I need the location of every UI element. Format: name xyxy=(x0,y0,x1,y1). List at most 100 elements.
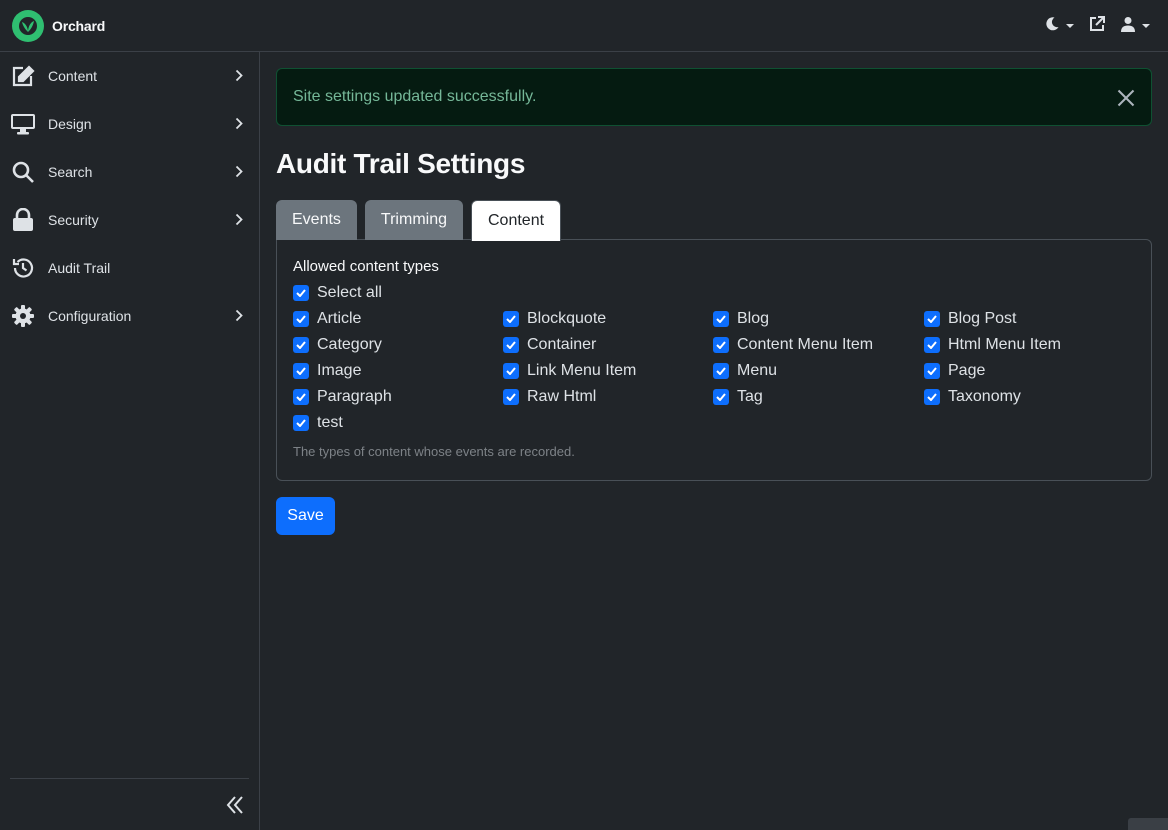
edit-icon xyxy=(10,64,36,88)
moon-icon xyxy=(1044,16,1060,37)
content-type-label: Menu xyxy=(737,362,778,379)
close-alert-button[interactable] xyxy=(1117,89,1135,112)
content-type-label: Tag xyxy=(737,388,763,405)
content-type-row: Content Menu Item xyxy=(713,332,924,358)
content-type-checkbox[interactable] xyxy=(293,389,309,405)
content-type-label: test xyxy=(317,414,343,431)
sidebar-item-label: Content xyxy=(48,68,98,84)
content-type-row: Taxonomy xyxy=(924,384,1124,410)
select-all-label: Select all xyxy=(317,284,382,301)
content-types-grid: Article Blockquote Blog Blog Post Category Co… xyxy=(293,306,1135,436)
sidebar: Content Design Search Security Audit Tra… xyxy=(0,52,260,830)
top-navbar: Orchard xyxy=(0,0,1168,52)
content-type-checkbox[interactable] xyxy=(924,337,940,353)
brand-name: Orchard xyxy=(52,17,106,34)
chevron-right-icon xyxy=(235,213,243,231)
content-tab-panel: Allowed content types Select all Article… xyxy=(276,239,1152,481)
content-type-row: Tag xyxy=(713,384,924,410)
allowed-content-types-label: Allowed content types xyxy=(293,258,439,275)
sidebar-item-configuration[interactable]: Configuration xyxy=(0,292,259,340)
content-type-checkbox[interactable] xyxy=(713,363,729,379)
sidebar-item-design[interactable]: Design xyxy=(0,100,259,148)
content-type-checkbox[interactable] xyxy=(293,415,309,431)
save-button[interactable]: Save xyxy=(276,497,335,535)
content-type-checkbox[interactable] xyxy=(713,337,729,353)
content-type-row: Article xyxy=(293,306,503,332)
sidebar-footer xyxy=(10,778,249,830)
external-link-icon xyxy=(1088,15,1106,38)
content-type-label: Page xyxy=(948,362,986,379)
user-menu-button[interactable] xyxy=(1120,16,1150,37)
chevron-down-icon xyxy=(1066,24,1074,28)
select-all-checkbox[interactable] xyxy=(293,285,309,301)
chevron-right-icon xyxy=(235,117,243,135)
content-type-label: Taxonomy xyxy=(948,388,1021,405)
content-type-checkbox[interactable] xyxy=(924,389,940,405)
content-type-label: Link Menu Item xyxy=(527,362,637,379)
chevron-right-icon xyxy=(235,69,243,87)
close-icon xyxy=(1117,89,1135,111)
content-type-row: Blog xyxy=(713,306,924,332)
chevron-right-icon xyxy=(235,165,243,183)
sidebar-item-security[interactable]: Security xyxy=(0,196,259,244)
content-type-label: Article xyxy=(317,310,362,327)
content-type-checkbox[interactable] xyxy=(293,311,309,327)
sidebar-item-label: Security xyxy=(48,212,99,228)
collapse-sidebar-button[interactable] xyxy=(225,795,245,820)
content-type-label: Content Menu Item xyxy=(737,336,874,353)
sidebar-item-label: Audit Trail xyxy=(48,260,111,276)
content-type-label: Raw Html xyxy=(527,388,597,405)
content-type-label: Paragraph xyxy=(317,388,392,405)
content-type-row: Blog Post xyxy=(924,306,1124,332)
content-type-label: Image xyxy=(317,362,362,379)
history-icon xyxy=(10,256,36,280)
content-type-checkbox[interactable] xyxy=(503,311,519,327)
sidebar-item-audit-trail[interactable]: Audit Trail xyxy=(0,244,259,292)
desktop-icon xyxy=(10,112,36,136)
main-content: Site settings updated successfully. Audi… xyxy=(276,68,1152,535)
lock-icon xyxy=(10,208,36,232)
content-type-label: Blog Post xyxy=(948,310,1017,327)
content-types-hint: The types of content whose events are re… xyxy=(293,444,575,459)
select-all-row: Select all xyxy=(293,280,1135,306)
theme-toggle-button[interactable] xyxy=(1044,16,1074,37)
content-type-checkbox[interactable] xyxy=(503,337,519,353)
user-icon xyxy=(1120,16,1136,37)
tab-trimming[interactable]: Trimming xyxy=(364,200,463,240)
visit-site-button[interactable] xyxy=(1088,15,1106,38)
content-type-checkbox[interactable] xyxy=(924,363,940,379)
content-type-checkbox[interactable] xyxy=(713,311,729,327)
content-type-checkbox[interactable] xyxy=(713,389,729,405)
content-type-checkbox[interactable] xyxy=(503,363,519,379)
sidebar-item-label: Configuration xyxy=(48,308,132,324)
content-type-row: Html Menu Item xyxy=(924,332,1124,358)
tab-events[interactable]: Events xyxy=(276,200,357,240)
gear-icon xyxy=(10,304,36,328)
content-type-row: Link Menu Item xyxy=(503,358,713,384)
content-type-row: Raw Html xyxy=(503,384,713,410)
content-type-row: Page xyxy=(924,358,1124,384)
search-icon xyxy=(10,160,36,184)
brand[interactable]: Orchard xyxy=(12,9,106,42)
content-type-checkbox[interactable] xyxy=(503,389,519,405)
tab-content[interactable]: Content xyxy=(471,200,562,241)
alert-message: Site settings updated successfully. xyxy=(293,88,537,105)
content-type-checkbox[interactable] xyxy=(293,337,309,353)
content-type-label: Blockquote xyxy=(527,310,607,327)
chevron-right-icon xyxy=(235,309,243,327)
content-type-checkbox[interactable] xyxy=(293,363,309,379)
chevron-down-icon xyxy=(1142,24,1150,28)
settings-tabs: Events Trimming Content xyxy=(276,200,1152,241)
resize-corner xyxy=(1128,818,1168,830)
sidebar-item-search[interactable]: Search xyxy=(0,148,259,196)
sidebar-item-label: Design xyxy=(48,116,92,132)
content-type-label: Html Menu Item xyxy=(948,336,1061,353)
content-type-row: Category xyxy=(293,332,503,358)
content-type-label: Blog xyxy=(737,310,770,327)
sidebar-item-content[interactable]: Content xyxy=(0,52,259,100)
content-type-checkbox[interactable] xyxy=(924,311,940,327)
content-type-label: Container xyxy=(527,336,597,353)
sidebar-item-label: Search xyxy=(48,164,93,180)
double-chevron-left-icon xyxy=(225,796,245,819)
content-type-row: Paragraph xyxy=(293,384,503,410)
